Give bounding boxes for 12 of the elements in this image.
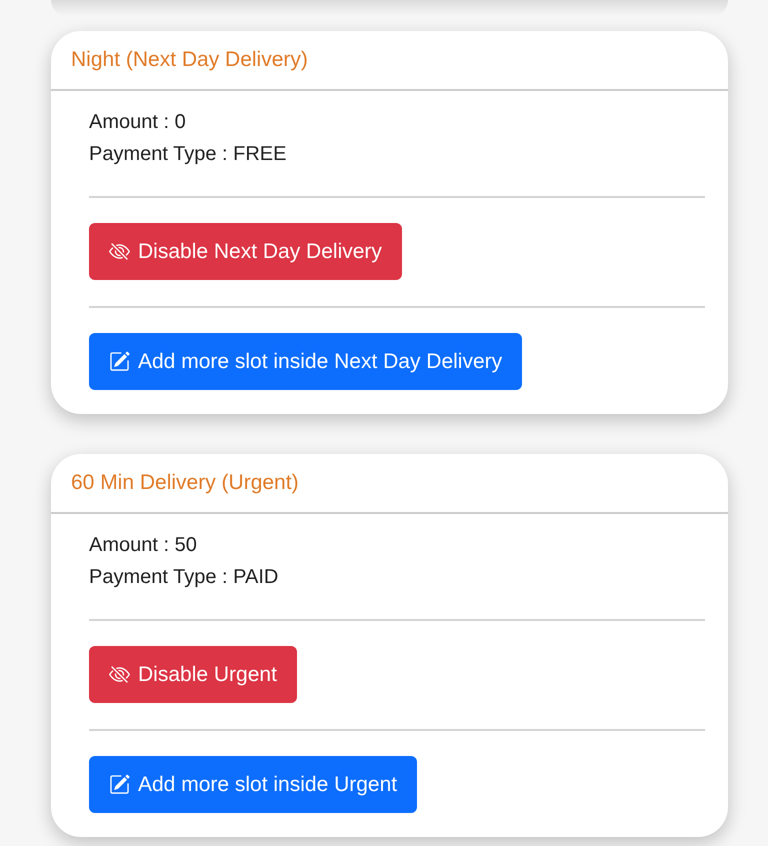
detail-text: Amount : 50 <box>89 533 197 558</box>
eye-slash-icon <box>109 241 130 262</box>
detail-text: Payment Type : PAID <box>89 565 278 590</box>
detail-text: Payment Type : FREE <box>89 142 286 167</box>
detail-text: Amount : 0 <box>89 110 186 135</box>
card-title: Night (Next Day Delivery) <box>71 47 308 74</box>
disable-button[interactable]: Disable Urgent <box>89 646 297 703</box>
add-slot-button[interactable]: Add more slot inside Urgent <box>89 756 418 813</box>
eye-slash-icon <box>109 664 130 685</box>
disable-button[interactable]: Disable Next Day Delivery <box>89 223 402 280</box>
add-slot-button[interactable]: Add more slot inside Next Day Delivery <box>89 333 522 390</box>
card-title: 60 Min Delivery (Urgent) <box>71 470 299 496</box>
